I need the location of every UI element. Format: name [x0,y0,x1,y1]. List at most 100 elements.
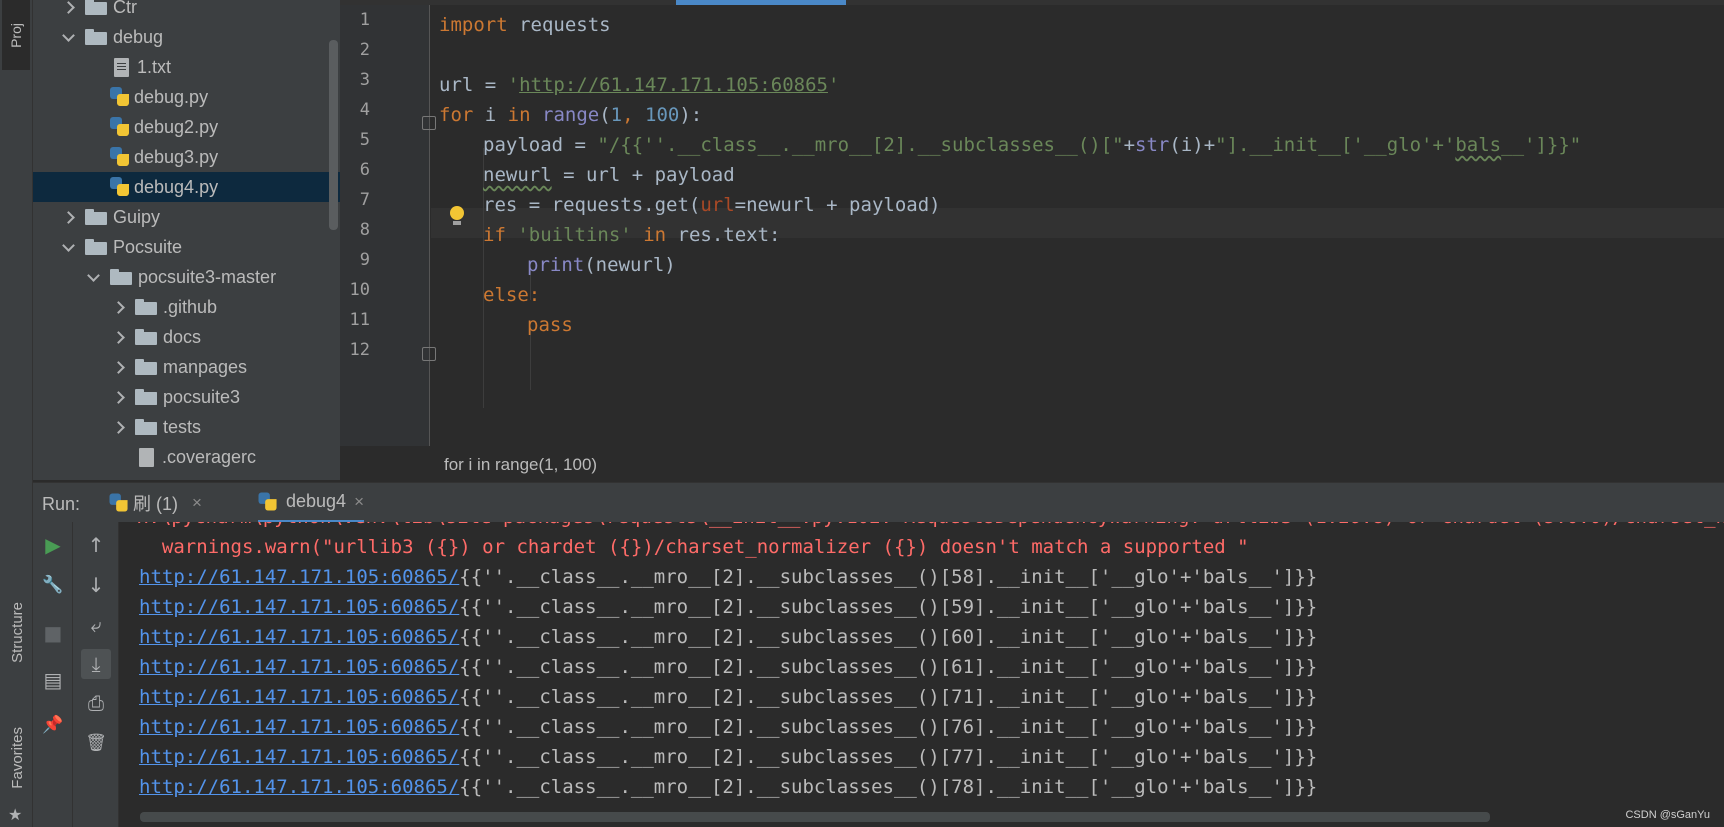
tree-item-label: 1.txt [137,56,172,77]
console-output-text: {{''.__class__.__mro__[2].__subclasses__… [459,566,1318,588]
code-area[interactable]: import requests url = 'http://61.147.171… [439,8,1581,470]
console-output-line: http://61.147.171.105:60865/{{''.__class… [139,742,1317,772]
console-output-text: {{''.__class__.__mro__[2].__subclasses__… [459,776,1318,798]
text-file-icon [114,57,129,77]
console-url-link[interactable]: http://61.147.171.105:60865/ [139,746,459,768]
tree-item[interactable]: pocsuite3 [33,382,340,412]
project-tool-tab[interactable]: Proj [2,0,30,70]
tree-item[interactable]: .coveragerc [33,442,340,472]
console-url-link[interactable]: http://61.147.171.105:60865/ [139,656,459,678]
tree-item[interactable]: Pocsuite [33,232,340,262]
tree-item-label: debug.py [134,86,209,107]
config-file-icon [139,447,154,467]
run-tab-1[interactable]: 刷 (1) × [109,483,202,523]
tree-item-label: .coveragerc [162,446,257,467]
variable-newurl: newurl [483,164,552,186]
console-url-link[interactable]: http://61.147.171.105:60865/ [139,566,459,588]
layout-icon[interactable]: ▤ [40,667,66,693]
favorites-tool-tab[interactable]: Favorites [4,705,30,810]
console-output-line: http://61.147.171.105:60865/{{''.__class… [139,652,1317,682]
console-url-link[interactable]: http://61.147.171.105:60865/ [139,626,459,648]
code-line-6: newurl = url + payload [483,160,735,190]
run-icon[interactable]: ▶ [40,532,66,558]
close-icon[interactable]: × [354,492,364,512]
trash-icon[interactable]: 🗑 [83,730,109,756]
fold-end-icon[interactable] [422,347,436,361]
tree-item[interactable]: 1.txt [33,52,340,82]
console-output-line: http://61.147.171.105:60865/{{''.__class… [139,772,1317,802]
close-icon[interactable]: × [192,493,202,513]
down-arrow-icon[interactable]: ↓ [83,572,109,598]
tree-item[interactable]: debug2.py [33,112,340,142]
chevron-right-icon[interactable] [61,210,75,224]
console-url-link[interactable]: http://61.147.171.105:60865/ [139,686,459,708]
chevron-right-icon[interactable] [111,300,125,314]
run-console[interactable]: H:\pycharm\python\venv\lib\site-packages… [119,522,1724,827]
structure-tool-tab[interactable]: Structure [4,580,30,685]
line-number: 6 [359,160,370,180]
console-url-link[interactable]: http://61.147.171.105:60865/ [139,596,459,618]
wrench-icon[interactable]: 🔧 [40,572,66,598]
string-literal: "].__init__['__glo'+' [1215,134,1456,156]
keyword-for: for [439,104,474,126]
line-number: 5 [359,130,370,150]
stop-icon[interactable]: ■ [40,620,66,646]
console-output-text: {{''.__class__.__mro__[2].__subclasses__… [459,626,1318,648]
tree-item[interactable]: debug [33,22,340,52]
line-number: 1 [359,10,370,30]
folder-icon [110,269,132,285]
chevron-down-icon[interactable] [61,30,75,44]
editor-tab-bar [340,0,1724,5]
tree-scrollbar[interactable] [329,40,338,230]
chevron-right-icon[interactable] [111,360,125,374]
run-label: Run: [42,494,81,514]
breadcrumb[interactable]: for i in range(1, 100) [444,455,597,475]
run-toolbar-right: ↑ ↓ ⤶ ⤓ ⎙ 🗑 [73,522,119,827]
tree-item[interactable]: Guipy [33,202,340,232]
tree-item-label: Ctr [113,0,137,17]
tree-item[interactable]: debug4.py [33,172,340,202]
code-line-5: payload = "/{{''.__class__.__mro__[2].__… [483,130,1581,160]
string-literal: 'builtins' [517,224,632,246]
tree-item[interactable]: pocsuite3-master [33,262,340,292]
chevron-down-icon[interactable] [86,270,100,284]
tree-item[interactable]: tests [33,412,340,442]
fold-start-icon[interactable] [422,116,436,130]
pin-icon[interactable]: 📌 [40,712,66,738]
tree-item[interactable]: .github [33,292,340,322]
print-icon[interactable]: ⎙ [83,690,109,716]
folder-icon [135,359,157,375]
tree-item[interactable]: docs [33,322,340,352]
console-url-link[interactable]: http://61.147.171.105:60865/ [139,716,459,738]
line-number: 9 [359,250,370,270]
code-text: requests [507,14,611,36]
url-link[interactable]: http://61.147.171.105:60865 [519,74,828,96]
tree-item[interactable]: manpages [33,352,340,382]
string-literal: "/{{''.__class__.__mro__[2].__subclasses… [597,134,1124,156]
tree-item-label: debug [113,26,164,47]
console-output-line: http://61.147.171.105:60865/{{''.__class… [139,712,1317,742]
chevron-right-icon[interactable] [111,390,125,404]
code-line-10: else: [483,280,540,310]
chevron-down-icon[interactable] [61,240,75,254]
keyword-in: in [643,224,667,246]
chevron-right-icon[interactable] [111,330,125,344]
up-arrow-icon[interactable]: ↑ [83,532,109,558]
soft-wrap-icon[interactable]: ⤶ [83,612,109,638]
code-editor[interactable]: 1 2 3 4 5 6 7 8 9 10 11 12 import requests url = 'h… [340,0,1724,446]
console-url-link[interactable]: http://61.147.171.105:60865/ [139,776,459,798]
tree-item[interactable]: debug.py [33,82,340,112]
tree-item[interactable]: Ctr [33,0,340,22]
code-text: res = requests.get( [483,194,701,216]
tree-item[interactable]: debug3.py [33,142,340,172]
project-tree: Ctr debug 1.txt debug.py debug2.py debug3.py d… [33,0,340,480]
console-horizontal-scrollbar[interactable] [140,812,1490,822]
run-tab-debug4[interactable]: debug4 × [258,483,365,523]
scroll-to-end-icon[interactable]: ⤓ [81,649,111,679]
chevron-right-icon[interactable] [111,420,125,434]
keyword-pass: pass [527,314,573,336]
chevron-right-icon[interactable] [61,0,75,14]
